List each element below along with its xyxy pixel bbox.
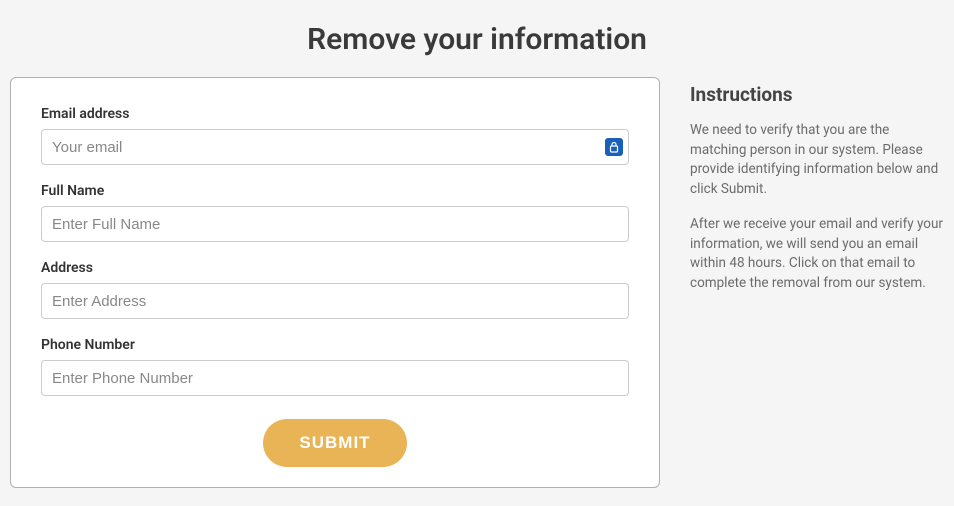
email-label: Email address <box>41 106 629 122</box>
name-input[interactable] <box>41 206 629 242</box>
submit-button[interactable]: SUBMIT <box>263 419 406 467</box>
removal-form: Email address Full Name Address Phone Nu… <box>10 77 660 488</box>
address-label: Address <box>41 260 629 276</box>
page-title: Remove your information <box>0 0 954 77</box>
instructions-panel: Instructions We need to verify that you … <box>690 77 944 488</box>
instructions-paragraph-2: After we receive your email and verify y… <box>690 215 944 293</box>
lock-icon <box>605 138 623 156</box>
email-input-wrapper <box>41 129 629 165</box>
phone-label: Phone Number <box>41 337 629 353</box>
content-wrapper: Email address Full Name Address Phone Nu… <box>0 77 954 488</box>
phone-group: Phone Number <box>41 337 629 396</box>
instructions-title: Instructions <box>690 83 944 106</box>
name-group: Full Name <box>41 183 629 242</box>
email-group: Email address <box>41 106 629 165</box>
address-group: Address <box>41 260 629 319</box>
address-input[interactable] <box>41 283 629 319</box>
phone-input[interactable] <box>41 360 629 396</box>
instructions-paragraph-1: We need to verify that you are the match… <box>690 121 944 199</box>
name-label: Full Name <box>41 183 629 199</box>
email-input[interactable] <box>41 129 629 165</box>
submit-wrapper: SUBMIT <box>41 414 629 467</box>
